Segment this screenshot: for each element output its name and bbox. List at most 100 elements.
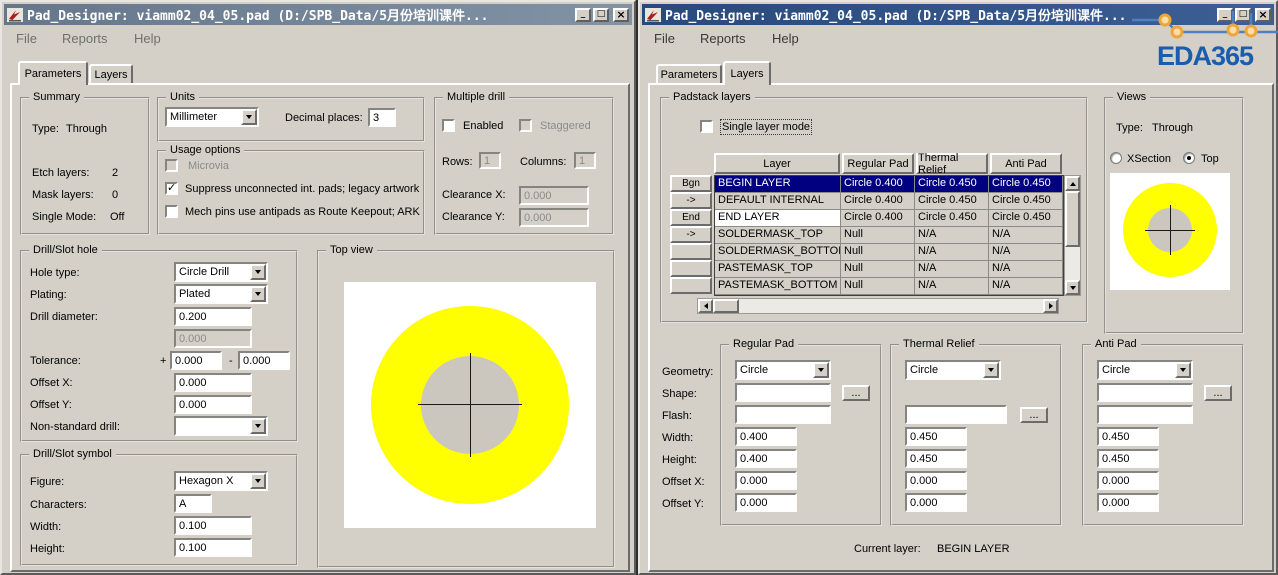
anti-shape-input[interactable] xyxy=(1097,383,1193,402)
layer-row-button[interactable]: Bgn xyxy=(670,175,712,192)
non-standard-dropdown-button[interactable] xyxy=(250,418,266,434)
cell-thermal[interactable]: N/A xyxy=(915,244,989,261)
cell-anti[interactable]: N/A xyxy=(989,278,1063,295)
tolerance-minus-input[interactable] xyxy=(238,351,290,370)
maximize-button[interactable]: □ xyxy=(1235,8,1251,22)
regular-offset-x-input[interactable] xyxy=(735,471,797,490)
tolerance-plus-input[interactable] xyxy=(170,351,222,370)
cell-regular[interactable]: Circle 0.400 xyxy=(841,193,915,210)
padstack-row[interactable]: DEFAULT INTERNALCircle 0.400Circle 0.450… xyxy=(715,193,1063,210)
menu-reports[interactable]: Reports xyxy=(62,31,108,46)
tab-parameters[interactable]: Parameters xyxy=(18,61,88,85)
anti-height-input[interactable] xyxy=(1097,449,1159,468)
cell-regular[interactable]: Null xyxy=(841,244,915,261)
cell-name[interactable]: PASTEMASK_BOTTOM xyxy=(715,278,841,295)
column-header-layer[interactable]: Layer xyxy=(714,153,840,174)
padstack-row[interactable]: PASTEMASK_TOPNullN/AN/A xyxy=(715,261,1063,278)
decimal-places-input[interactable] xyxy=(368,108,396,127)
layer-row-button[interactable]: -> xyxy=(670,226,712,243)
thermal-geometry-dropdown-button[interactable] xyxy=(983,362,999,378)
cell-name[interactable]: SOLDERMASK_BOTTOM xyxy=(715,244,841,261)
thermal-flash-input[interactable] xyxy=(905,405,1007,424)
units-select[interactable]: Millimeter xyxy=(165,107,259,127)
suppress-unconnected-checkbox[interactable] xyxy=(165,182,178,195)
thermal-geometry-select[interactable]: Circle xyxy=(905,360,1001,380)
hole-type-dropdown-button[interactable] xyxy=(250,264,266,280)
anti-offset-y-input[interactable] xyxy=(1097,493,1159,512)
regular-geometry-select[interactable]: Circle xyxy=(735,360,831,380)
scroll-left-button[interactable] xyxy=(698,299,713,313)
column-header-thermal-relief[interactable]: Thermal Relief xyxy=(916,153,988,174)
cell-regular[interactable]: Null xyxy=(841,261,915,278)
cell-anti[interactable]: Circle 0.450 xyxy=(989,210,1063,227)
layer-row-button[interactable]: -> xyxy=(670,192,712,209)
title-bar[interactable]: Pad_Designer: viamm02_04_05.pad (D:/SPB_… xyxy=(642,4,1274,25)
cell-anti[interactable]: N/A xyxy=(989,227,1063,244)
column-header-regular-pad[interactable]: Regular Pad xyxy=(842,153,914,174)
anti-shape-browse-button[interactable]: ... xyxy=(1204,385,1232,401)
cell-thermal[interactable]: N/A xyxy=(915,278,989,295)
padstack-row[interactable]: END LAYERCircle 0.400Circle 0.450Circle … xyxy=(715,210,1063,227)
thermal-offset-y-input[interactable] xyxy=(905,493,967,512)
symbol-height-input[interactable] xyxy=(174,538,252,557)
regular-offset-y-input[interactable] xyxy=(735,493,797,512)
anti-geometry-select[interactable]: Circle xyxy=(1097,360,1193,380)
cell-regular[interactable]: Circle 0.400 xyxy=(841,210,915,227)
layer-row-button[interactable]: End xyxy=(670,209,712,226)
cell-name[interactable]: END LAYER xyxy=(715,210,841,227)
plating-select[interactable]: Plated xyxy=(174,284,268,304)
minimize-button[interactable]: _ xyxy=(1217,8,1233,22)
offset-x-input[interactable] xyxy=(174,373,252,392)
regular-shape-browse-button[interactable]: ... xyxy=(842,385,870,401)
single-layer-mode-checkbox[interactable] xyxy=(700,120,713,133)
xsection-radio[interactable] xyxy=(1110,152,1122,164)
regular-shape-input[interactable] xyxy=(735,383,831,402)
regular-height-input[interactable] xyxy=(735,449,797,468)
characters-input[interactable] xyxy=(174,494,212,513)
cell-thermal[interactable]: Circle 0.450 xyxy=(915,193,989,210)
non-standard-drill-select[interactable] xyxy=(174,416,268,436)
column-header-anti-pad[interactable]: Anti Pad xyxy=(990,153,1062,174)
table-vertical-scrollbar[interactable] xyxy=(1064,175,1081,296)
thermal-offset-x-input[interactable] xyxy=(905,471,967,490)
menu-help[interactable]: Help xyxy=(772,31,799,46)
close-button[interactable]: × xyxy=(1255,8,1271,22)
menu-file[interactable]: File xyxy=(16,31,37,46)
enabled-checkbox[interactable] xyxy=(442,119,455,132)
scroll-down-button[interactable] xyxy=(1065,280,1080,295)
tab-layers[interactable]: Layers xyxy=(723,61,771,85)
padstack-row[interactable]: SOLDERMASK_TOPNullN/AN/A xyxy=(715,227,1063,244)
anti-geometry-dropdown-button[interactable] xyxy=(1175,362,1191,378)
cell-name[interactable]: BEGIN LAYER xyxy=(715,176,841,193)
regular-flash-input[interactable] xyxy=(735,405,831,424)
layer-row-button[interactable] xyxy=(670,243,712,260)
maximize-button[interactable]: □ xyxy=(593,8,609,22)
vertical-scroll-thumb[interactable] xyxy=(1065,191,1080,247)
menu-reports[interactable]: Reports xyxy=(700,31,746,46)
cell-thermal[interactable]: N/A xyxy=(915,227,989,244)
regular-geometry-dropdown-button[interactable] xyxy=(813,362,829,378)
thermal-flash-browse-button[interactable]: ... xyxy=(1020,407,1048,423)
cell-thermal[interactable]: N/A xyxy=(915,261,989,278)
scroll-right-button[interactable] xyxy=(1043,299,1058,313)
cell-anti[interactable]: N/A xyxy=(989,244,1063,261)
hole-type-select[interactable]: Circle Drill xyxy=(174,262,268,282)
padstack-row[interactable]: PASTEMASK_BOTTOMNullN/AN/A xyxy=(715,278,1063,295)
table-horizontal-scrollbar[interactable] xyxy=(697,298,1059,314)
cell-anti[interactable]: Circle 0.450 xyxy=(989,176,1063,193)
cell-regular[interactable]: Circle 0.400 xyxy=(841,176,915,193)
offset-y-input[interactable] xyxy=(174,395,252,414)
menu-help[interactable]: Help xyxy=(134,31,161,46)
figure-select[interactable]: Hexagon X xyxy=(174,471,268,491)
thermal-width-input[interactable] xyxy=(905,427,967,446)
cell-thermal[interactable]: Circle 0.450 xyxy=(915,210,989,227)
top-radio[interactable] xyxy=(1183,152,1195,164)
scroll-up-button[interactable] xyxy=(1065,176,1080,191)
drill-diameter-input[interactable] xyxy=(174,307,252,326)
units-dropdown-button[interactable] xyxy=(241,109,257,125)
horizontal-scroll-thumb[interactable] xyxy=(713,299,739,313)
padstack-row[interactable]: SOLDERMASK_BOTTOMNullN/AN/A xyxy=(715,244,1063,261)
padstack-row[interactable]: BEGIN LAYERCircle 0.400Circle 0.450Circl… xyxy=(715,176,1063,193)
cell-name[interactable]: SOLDERMASK_TOP xyxy=(715,227,841,244)
close-button[interactable]: × xyxy=(613,8,629,22)
